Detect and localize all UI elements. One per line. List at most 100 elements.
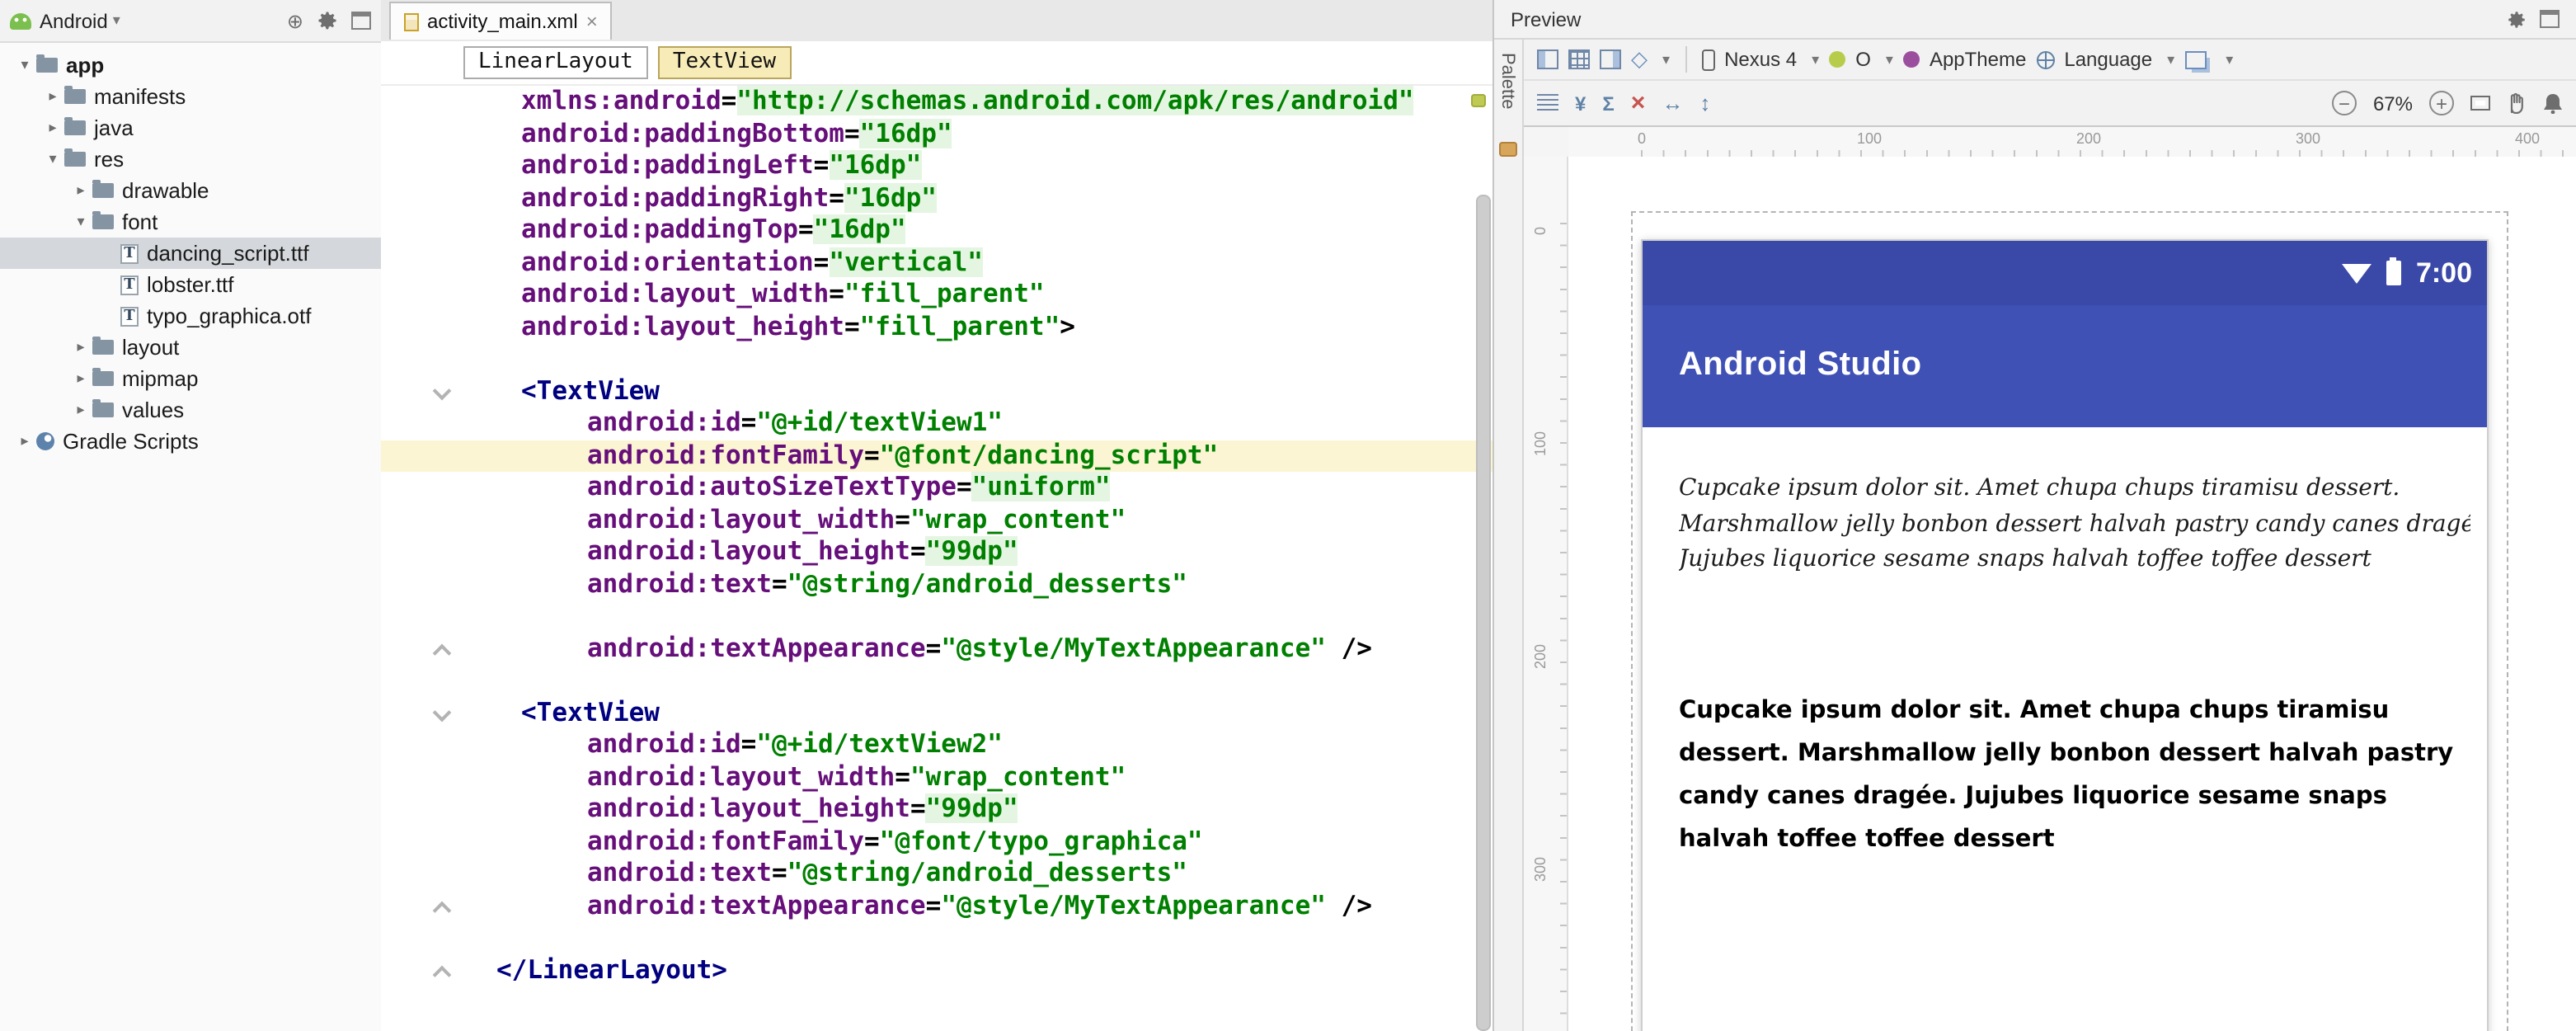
textview-dancing-script[interactable]: Cupcake ipsum dolor sit. Amet chupa chup… bbox=[1679, 472, 2470, 578]
pan-hand-icon[interactable] bbox=[2507, 92, 2527, 114]
settings-gear-icon[interactable] bbox=[317, 10, 338, 31]
view-options-icon[interactable] bbox=[1537, 94, 1558, 112]
code-line[interactable]: android:fontFamily="@font/dancing_script… bbox=[381, 440, 1492, 472]
close-icon[interactable] bbox=[586, 13, 598, 30]
zoom-in-button[interactable]: + bbox=[2429, 91, 2454, 115]
device-selector[interactable]: Nexus 4 bbox=[1724, 48, 1797, 71]
device-preview[interactable]: 7:00 Android Studio Cupcake ipsum dolor … bbox=[1641, 239, 2489, 1031]
tree-item-manifests[interactable]: ▸ manifests bbox=[0, 81, 381, 112]
code-line[interactable]: android:id="@+id/textView2" bbox=[381, 729, 1492, 761]
breadcrumb-linearlayout[interactable]: LinearLayout bbox=[463, 46, 648, 79]
language-selector[interactable]: Language bbox=[2064, 48, 2152, 71]
code-line[interactable]: android:layout_height="99dp" bbox=[381, 536, 1492, 568]
code-line[interactable]: android:layout_width="wrap_content" bbox=[381, 761, 1492, 793]
chevron-right-icon[interactable]: ▸ bbox=[13, 432, 36, 450]
preview-settings-gear-icon[interactable] bbox=[2507, 9, 2527, 29]
tree-item-res[interactable]: ▾ res bbox=[0, 144, 381, 175]
code-line[interactable] bbox=[381, 343, 1492, 375]
theme-selector[interactable]: AppTheme bbox=[1930, 48, 2026, 71]
blueprint-view-icon[interactable] bbox=[1568, 49, 1590, 69]
code-line[interactable]: android:paddingRight="16dp" bbox=[381, 182, 1492, 214]
chevron-down-icon[interactable] bbox=[113, 12, 120, 30]
chevron-down-icon[interactable] bbox=[2226, 50, 2233, 68]
code-line[interactable]: android:layout_height="99dp" bbox=[381, 793, 1492, 826]
locate-file-icon[interactable] bbox=[287, 9, 303, 32]
chevron-down-icon[interactable]: ▾ bbox=[69, 213, 92, 231]
chevron-down-icon[interactable]: ▾ bbox=[13, 56, 36, 74]
tree-item-typo-graphica-otf[interactable]: Ttypo_graphica.otf bbox=[0, 300, 381, 332]
hide-panel-icon[interactable] bbox=[351, 12, 371, 30]
tree-item-java[interactable]: ▸ java bbox=[0, 112, 381, 144]
tree-item-mipmap[interactable]: ▸ mipmap bbox=[0, 363, 381, 394]
code-line[interactable]: android:paddingBottom="16dp" bbox=[381, 118, 1492, 150]
chevron-right-icon[interactable]: ▸ bbox=[41, 119, 64, 137]
code-line[interactable]: android:layout_width="fill_parent" bbox=[381, 279, 1492, 311]
code-line[interactable]: android:textAppearance="@style/MyTextApp… bbox=[381, 890, 1492, 922]
code-line[interactable] bbox=[381, 922, 1492, 954]
code-line[interactable]: android:layout_width="wrap_content" bbox=[381, 504, 1492, 536]
tree-item-font[interactable]: ▾ font bbox=[0, 206, 381, 238]
code-line[interactable]: <TextView bbox=[381, 375, 1492, 407]
chevron-down-icon[interactable] bbox=[1812, 50, 1819, 68]
expand-vertical-icon[interactable] bbox=[1699, 91, 1710, 115]
code-line[interactable]: android:text="@string/android_desserts" bbox=[381, 568, 1492, 600]
tree-item-app[interactable]: ▾ app bbox=[0, 49, 381, 81]
code-line[interactable]: android:autoSizeTextType="uniform" bbox=[381, 472, 1492, 504]
fold-icon[interactable] bbox=[432, 643, 452, 662]
chevron-down-icon[interactable] bbox=[2167, 50, 2174, 68]
textview-typo-graphica[interactable]: Cupcake ipsum dolor sit. Amet chupa chup… bbox=[1679, 690, 2470, 861]
clear-constraints-icon[interactable] bbox=[1631, 89, 1646, 117]
code-line[interactable]: android:layout_height="fill_parent"> bbox=[381, 311, 1492, 343]
tree-item-layout[interactable]: ▸ layout bbox=[0, 332, 381, 363]
tree-item-dancing-script-ttf[interactable]: Tdancing_script.ttf bbox=[0, 238, 381, 269]
tree-item-drawable[interactable]: ▸ drawable bbox=[0, 175, 381, 206]
code-line[interactable] bbox=[381, 600, 1492, 633]
inspection-marker-icon[interactable] bbox=[1471, 94, 1486, 107]
project-view-selector[interactable]: Android bbox=[40, 9, 108, 32]
code-line[interactable]: android:paddingLeft="16dp" bbox=[381, 150, 1492, 182]
code-line[interactable]: android:id="@+id/textView1" bbox=[381, 407, 1492, 440]
tree-item-values[interactable]: ▸ values bbox=[0, 394, 381, 426]
editor-scrollbar[interactable] bbox=[1476, 195, 1491, 1031]
chevron-right-icon[interactable]: ▸ bbox=[69, 370, 92, 388]
chevron-down-icon[interactable] bbox=[1662, 50, 1670, 68]
both-views-icon[interactable] bbox=[1600, 49, 1621, 69]
hide-preview-icon[interactable] bbox=[2540, 10, 2560, 28]
orientation-icon[interactable] bbox=[1631, 46, 1648, 73]
palette-icon[interactable] bbox=[1499, 142, 1517, 157]
chevron-right-icon[interactable]: ▸ bbox=[41, 87, 64, 106]
fold-icon[interactable] bbox=[432, 964, 452, 984]
code-editor[interactable]: xmlns:android="http://schemas.android.co… bbox=[381, 86, 1492, 1031]
tab-activity-main-xml[interactable]: activity_main.xml bbox=[389, 2, 613, 40]
zoom-out-button[interactable]: − bbox=[2331, 91, 2357, 115]
code-line[interactable]: android:fontFamily="@font/typo_graphica" bbox=[381, 826, 1492, 858]
chevron-down-icon[interactable] bbox=[1886, 50, 1893, 68]
layout-variant-icon[interactable] bbox=[2184, 50, 2207, 68]
code-line[interactable]: </LinearLayout> bbox=[381, 954, 1492, 986]
expand-horizontal-icon[interactable] bbox=[1662, 91, 1683, 115]
design-canvas[interactable]: 7:00 Android Studio Cupcake ipsum dolor … bbox=[1568, 157, 2576, 1031]
chevron-down-icon[interactable]: ▾ bbox=[41, 150, 64, 168]
tree-item-lobster-ttf[interactable]: Tlobster.ttf bbox=[0, 269, 381, 300]
code-line[interactable]: android:orientation="vertical" bbox=[381, 247, 1492, 279]
fold-icon[interactable] bbox=[432, 380, 452, 400]
infer-constraints-icon[interactable] bbox=[1602, 91, 1614, 115]
code-line[interactable]: xmlns:android="http://schemas.android.co… bbox=[381, 86, 1492, 118]
zoom-to-fit-icon[interactable] bbox=[2470, 96, 2490, 111]
chevron-right-icon[interactable]: ▸ bbox=[69, 338, 92, 356]
tree-item-gradle-scripts[interactable]: ▸ Gradle Scripts bbox=[0, 426, 381, 457]
code-line[interactable]: android:text="@string/android_desserts" bbox=[381, 858, 1492, 890]
api-selector[interactable]: O bbox=[1855, 48, 1871, 71]
chevron-right-icon[interactable]: ▸ bbox=[69, 401, 92, 419]
notifications-bell-icon[interactable] bbox=[2543, 92, 2563, 114]
fold-icon[interactable] bbox=[432, 900, 452, 920]
fold-icon[interactable] bbox=[432, 702, 452, 722]
palette-tab[interactable]: Palette bbox=[1497, 53, 1517, 110]
margins-icon[interactable] bbox=[1575, 91, 1586, 115]
code-line[interactable]: android:paddingTop="16dp" bbox=[381, 214, 1492, 247]
breadcrumb-textview[interactable]: TextView bbox=[657, 46, 792, 79]
code-line[interactable] bbox=[381, 665, 1492, 697]
chevron-right-icon[interactable]: ▸ bbox=[69, 181, 92, 200]
code-line[interactable]: <TextView bbox=[381, 697, 1492, 729]
design-view-icon[interactable] bbox=[1537, 49, 1558, 69]
